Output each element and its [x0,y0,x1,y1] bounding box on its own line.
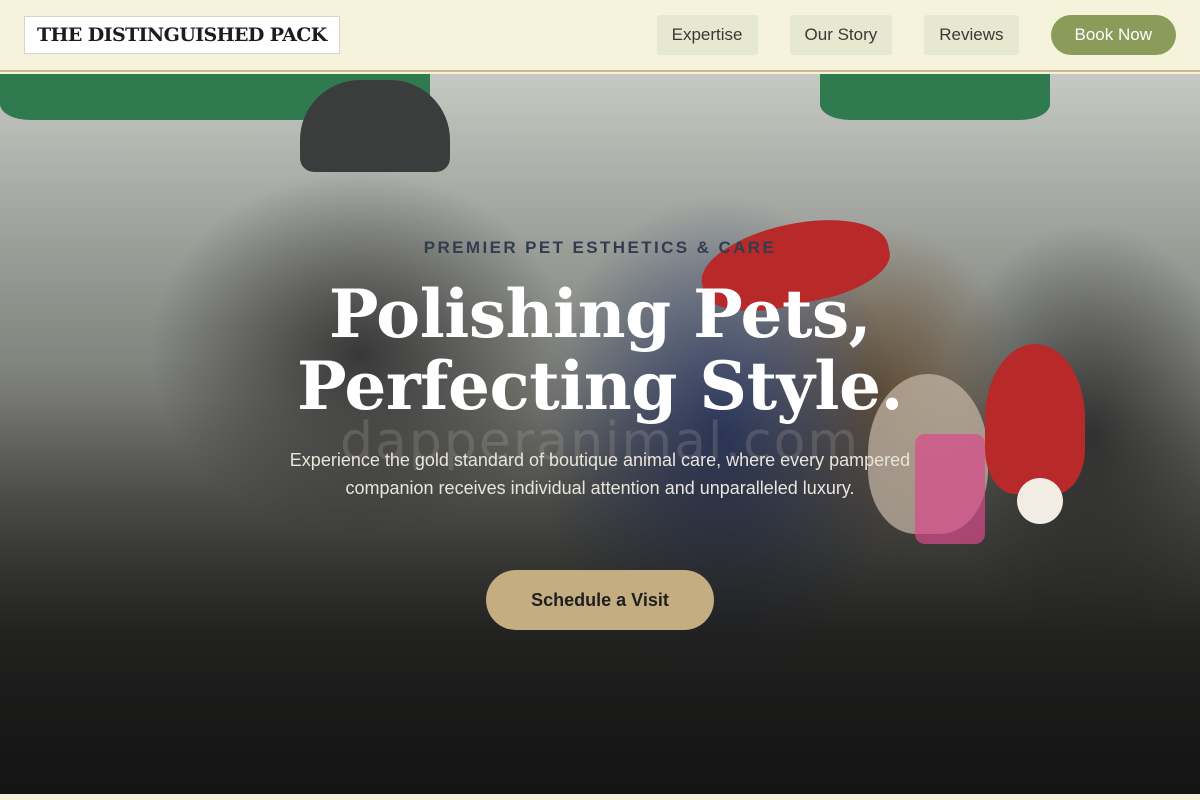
hero-eyebrow: PREMIER PET ESTHETICS & CARE [423,238,777,257]
nav-reviews[interactable]: Reviews [924,15,1019,55]
headline-line-1: Polishing Pets, [328,275,872,353]
hero-content: PREMIER PET ESTHETICS & CARE Polishing P… [0,74,1200,794]
hero-subtext: Experience the gold standard of boutique… [289,450,911,498]
site-header: THE DISTINGUISHED PACK Expertise Our Sto… [0,0,1200,72]
nav-our-story[interactable]: Our Story [789,15,893,55]
main-nav: Expertise Our Story Reviews Book Now [656,15,1176,55]
book-now-button[interactable]: Book Now [1050,15,1176,55]
schedule-visit-button[interactable]: Schedule a Visit [486,570,714,630]
nav-expertise[interactable]: Expertise [656,15,758,55]
hero-section: dapperanimal.com PREMIER PET ESTHETICS &… [0,74,1200,794]
site-logo[interactable]: THE DISTINGUISHED PACK [24,16,340,54]
headline-line-2: Perfecting Style. [297,347,903,425]
hero-headline: Polishing Pets, Perfecting Style. [0,278,1200,422]
page-bottom-strip [0,794,1200,800]
